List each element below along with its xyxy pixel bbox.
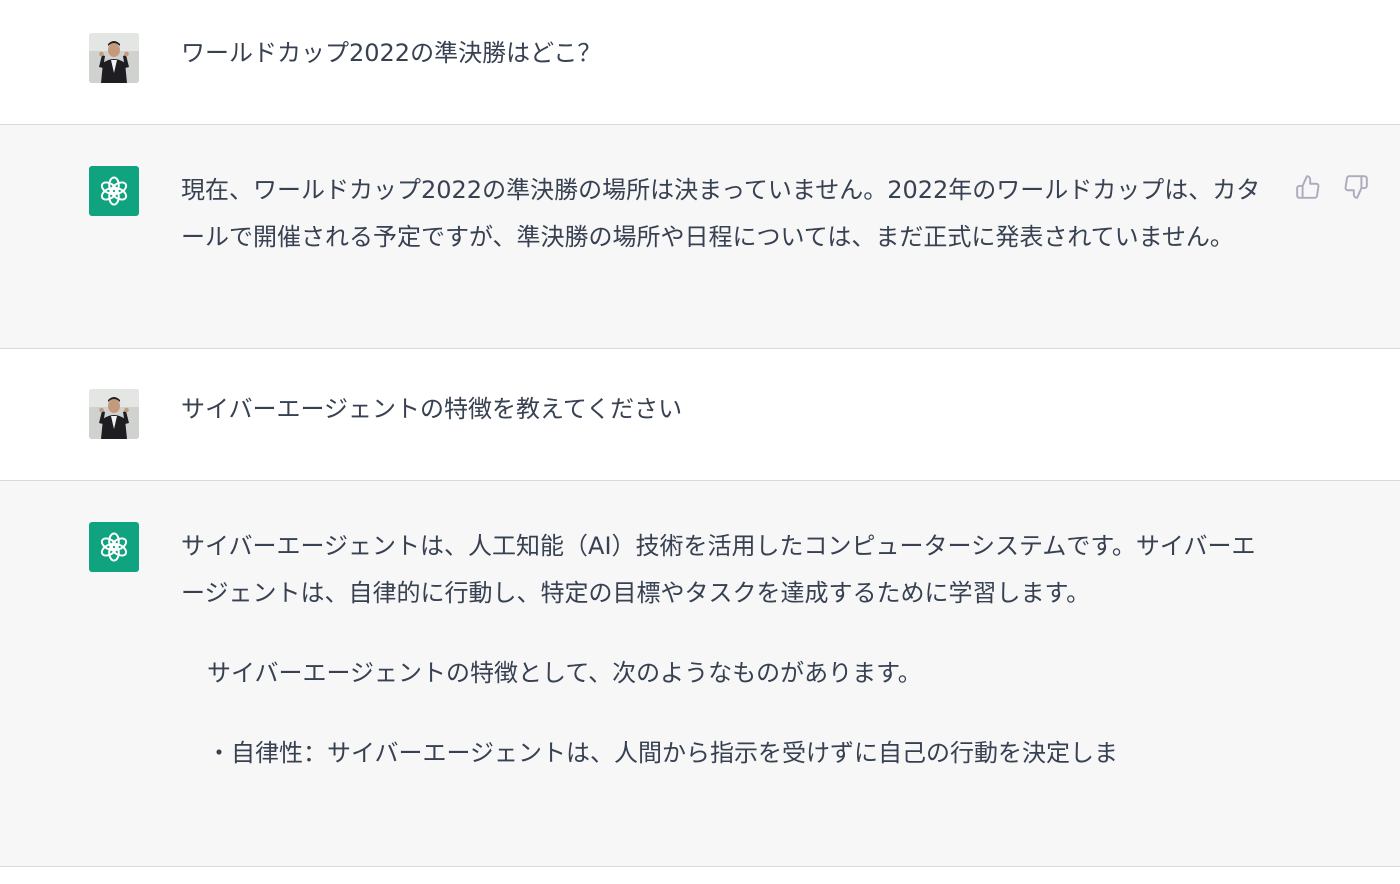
user-message-row: ワールドカップ2022の準決勝はどこ？	[0, 0, 1400, 125]
user-avatar	[89, 33, 139, 83]
conversation-thread: ワールドカップ2022の準決勝はどこ？ 現在、ワールドカップ2022の準決勝の場…	[0, 0, 1400, 867]
assistant-message-row: サイバーエージェントは、人工知能（AI）技術を活用したコンピューターシステムです…	[0, 481, 1400, 867]
assistant-avatar	[89, 166, 139, 216]
user-message-text: サイバーエージェントの特徴を教えてください	[181, 395, 683, 423]
user-avatar	[89, 389, 139, 439]
user-photo-icon	[89, 33, 139, 83]
assistant-paragraph: サイバーエージェントは、人工知能（AI）技術を活用したコンピューターシステムです…	[181, 532, 1256, 607]
user-message-row: サイバーエージェントの特徴を教えてください	[0, 349, 1400, 481]
feedback-buttons	[1294, 173, 1370, 201]
openai-logo-icon	[100, 532, 128, 562]
assistant-avatar	[89, 522, 139, 572]
assistant-paragraph: サイバーエージェントの特徴として、次のようなものがあります。	[207, 659, 922, 687]
user-photo-icon	[89, 389, 139, 439]
thumbs-down-icon	[1344, 175, 1368, 199]
assistant-message-row: 現在、ワールドカップ2022の準決勝の場所は決まっていません。2022年のワール…	[0, 125, 1400, 349]
thumbs-up-button[interactable]	[1294, 173, 1322, 201]
user-message-text: ワールドカップ2022の準決勝はどこ？	[181, 39, 602, 67]
assistant-bullet-item: ・自律性：サイバーエージェントは、人間から指示を受けずに自己の行動を決定しま	[207, 739, 1119, 767]
assistant-message-body: サイバーエージェントは、人工知能（AI）技術を活用したコンピューターシステムです…	[181, 523, 1271, 777]
openai-logo-icon	[100, 176, 128, 206]
assistant-message-text: 現在、ワールドカップ2022の準決勝の場所は決まっていません。2022年のワール…	[181, 176, 1261, 251]
thumbs-down-button[interactable]	[1342, 173, 1370, 201]
thumbs-up-icon	[1296, 175, 1320, 199]
